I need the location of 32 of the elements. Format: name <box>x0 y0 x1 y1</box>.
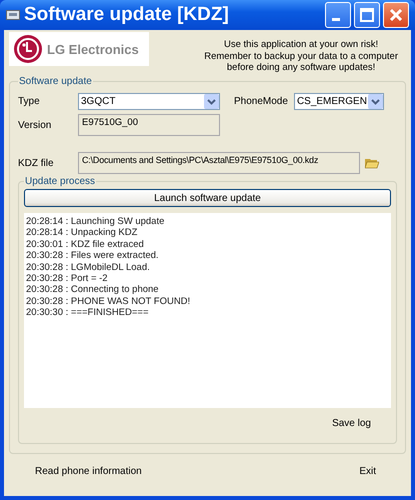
footer-button[interactable]: Read phone information <box>35 466 142 477</box>
warning-text: Use this application at your own risk! Remember to backup your data to a computer before doing any software updates! <box>204 38 399 75</box>
folder-icon[interactable] <box>365 157 379 169</box>
version-label: Version <box>18 120 52 130</box>
launch-button[interactable]: Launch software update <box>24 189 391 207</box>
type-dropdown[interactable]: 3GQCT <box>78 93 220 110</box>
version-field: E97510G_00 <box>78 114 220 136</box>
kdz-file-label: KDZ file <box>18 158 55 168</box>
window-icon <box>6 9 20 21</box>
type-label: Type <box>18 96 41 107</box>
log-line: 20:30:28 : Files were extracted. <box>26 250 160 262</box>
phone-mode-label: PhoneMode <box>234 96 288 107</box>
window-title: Software update [KDZ] <box>24 4 230 26</box>
log-line: 20:28:14 : Launching SW update <box>26 216 166 228</box>
phone-mode-dropdown[interactable]: CS_EMERGEN <box>294 93 384 110</box>
maximize-button[interactable] <box>354 2 380 28</box>
group-title: Software update <box>18 76 93 87</box>
log-line: 20:30:28 : Connecting to phone <box>26 284 160 296</box>
group-title: Update process <box>24 176 96 187</box>
save-log-button[interactable]: Save log <box>332 418 371 429</box>
log-line: 20:30:28 : LGMobileDL Load. <box>26 262 151 274</box>
logo-text: LG Electronics <box>47 42 139 56</box>
footer-button[interactable]: Exit <box>359 466 376 477</box>
kdz-file-field: C:\Documents and Settings\PC\Asztal\E975\E97510G_00.kdz <box>78 152 360 174</box>
log-line: 20:30:01 : KDZ file extraced <box>26 238 145 250</box>
log-line: 20:30:30 : ===FINISHED=== <box>26 307 150 319</box>
minimize-icon <box>332 18 340 21</box>
close-button[interactable] <box>383 2 409 28</box>
minimize-button[interactable] <box>325 2 351 28</box>
log-line: 20:30:28 : Port = -2 <box>26 273 109 284</box>
log-line: 20:28:14 : Unpacking KDZ <box>26 227 138 239</box>
log-line: 20:30:28 : PHONE WAS NOT FOUND! <box>26 296 192 308</box>
